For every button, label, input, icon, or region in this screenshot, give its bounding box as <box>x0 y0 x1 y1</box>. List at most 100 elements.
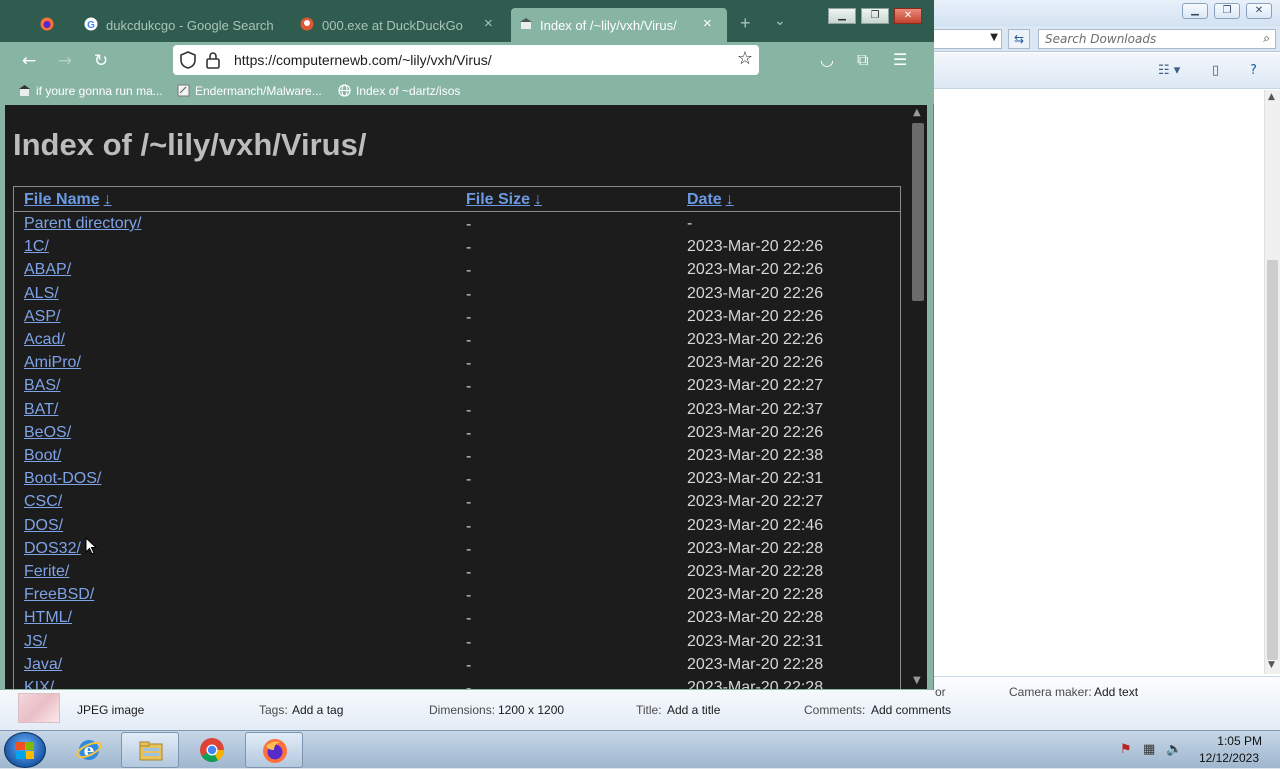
network-icon[interactable]: ▦ <box>1143 742 1155 757</box>
file-link[interactable]: ASP/ <box>24 308 60 326</box>
url-bar[interactable]: https://computernewb.com/~lily/vxh/Virus… <box>173 45 759 75</box>
action-center-icon[interactable]: ⚑ <box>1120 742 1132 757</box>
view-options-icon[interactable]: ☷ ▾ <box>1158 63 1180 78</box>
file-link[interactable]: ABAP/ <box>24 261 71 279</box>
sort-arrow-icon[interactable]: ↓ <box>534 191 542 208</box>
preview-pane-icon[interactable]: ▯ <box>1212 63 1219 78</box>
file-link[interactable]: AmiPro/ <box>24 354 81 372</box>
explorer-file-area[interactable] <box>928 90 1264 674</box>
file-link[interactable]: HTML/ <box>24 609 72 627</box>
chevron-down-icon[interactable]: ▼ <box>990 32 998 43</box>
restore-button[interactable]: ❐ <box>861 8 889 24</box>
explorer-search-input[interactable]: Search Downloads ⌕ <box>1038 29 1276 49</box>
new-tab-button[interactable]: + <box>740 8 754 42</box>
column-header-name[interactable]: File Name ↓ <box>24 191 112 209</box>
chrome-icon <box>200 738 224 763</box>
file-link[interactable]: CSC/ <box>24 493 62 511</box>
tab-google-search[interactable]: G dukcdukcgo - Google Search <box>76 8 274 42</box>
lock-icon[interactable] <box>205 51 221 69</box>
file-link[interactable]: KIX/ <box>24 679 54 689</box>
file-link[interactable]: DOS32/ <box>24 540 81 558</box>
clock-time[interactable]: 1:05 PM <box>1217 734 1262 748</box>
tab-firefox-menu[interactable] <box>28 8 68 42</box>
forward-icon[interactable]: → <box>54 50 76 72</box>
file-link[interactable]: Parent directory/ <box>24 215 141 233</box>
pocket-icon[interactable]: ◡ <box>820 50 834 69</box>
file-link[interactable]: Acad/ <box>24 331 65 349</box>
extensions-icon[interactable]: ⧉ <box>857 50 868 70</box>
file-link[interactable]: Ferite/ <box>24 563 69 581</box>
file-size: - <box>466 540 472 558</box>
file-link[interactable]: 1C/ <box>24 238 49 256</box>
taskbar-chrome[interactable] <box>183 732 241 768</box>
comments-value[interactable]: Add comments <box>871 703 951 717</box>
explorer-scroll-thumb[interactable] <box>1267 260 1278 660</box>
column-header-label[interactable]: Date <box>687 191 722 208</box>
column-header-date[interactable]: Date ↓ <box>687 191 734 209</box>
bookmark-item[interactable]: Endermanch/Malware... <box>177 84 322 98</box>
firefox-icon <box>263 739 287 763</box>
comments-label: Comments: <box>804 703 866 717</box>
close-tab-icon[interactable]: × <box>703 15 712 32</box>
explorer-close-button[interactable]: ✕ <box>1246 3 1272 19</box>
file-link[interactable]: Java/ <box>24 656 62 674</box>
close-tab-icon[interactable]: × <box>484 15 493 32</box>
scroll-up-icon[interactable]: ▲ <box>1268 92 1275 102</box>
bookmark-star-icon[interactable]: ☆ <box>737 48 753 69</box>
volume-muted-icon[interactable]: 🔈 <box>1166 742 1182 757</box>
menu-icon[interactable]: ☰ <box>893 50 907 69</box>
shield-icon[interactable] <box>180 51 196 69</box>
file-link[interactable]: Boot/ <box>24 447 61 465</box>
file-link[interactable]: DOS/ <box>24 517 63 535</box>
camera-value[interactable]: Add text <box>1094 685 1138 699</box>
bookmarks-bar: if youre gonna run ma... Endermanch/Malw… <box>0 80 934 104</box>
file-date: 2023-Mar-20 22:31 <box>687 632 824 650</box>
search-icon[interactable]: ⌕ <box>1263 31 1270 46</box>
clock-date[interactable]: 12/12/2023 <box>1199 751 1259 765</box>
tab-title: dukcdukcgo - Google Search <box>106 18 274 33</box>
page-scroll-thumb[interactable] <box>912 123 924 301</box>
chevron-down-icon: ⌄ <box>774 12 786 28</box>
taskbar-firefox[interactable] <box>245 732 303 768</box>
column-header-label[interactable]: File Size <box>466 191 530 208</box>
file-link[interactable]: ALS/ <box>24 285 59 303</box>
table-row: Java/ - 2023-Mar-20 22:28 <box>14 656 900 679</box>
help-icon[interactable]: ? <box>1250 63 1257 78</box>
scroll-down-icon[interactable]: ▼ <box>913 675 921 686</box>
column-header-label[interactable]: File Name <box>24 191 100 208</box>
file-link[interactable]: BAT/ <box>24 401 58 419</box>
back-icon[interactable]: ← <box>18 50 40 72</box>
scroll-down-icon[interactable]: ▼ <box>1268 660 1275 670</box>
tab-duckduckgo[interactable]: 000.exe at DuckDuckGo × <box>292 8 507 42</box>
minimize-button[interactable]: ▁ <box>828 8 856 24</box>
close-button[interactable]: ✕ <box>894 8 922 24</box>
file-link[interactable]: Boot-DOS/ <box>24 470 101 488</box>
sort-arrow-icon[interactable]: ↓ <box>104 191 112 208</box>
file-link[interactable]: BeOS/ <box>24 424 71 442</box>
file-link[interactable]: FreeBSD/ <box>24 586 94 604</box>
file-size: - <box>466 308 472 326</box>
bookmark-item[interactable]: Index of ~dartz/isos <box>338 84 460 98</box>
start-button[interactable] <box>4 732 46 768</box>
title-value[interactable]: Add a title <box>667 703 720 717</box>
sort-arrow-icon[interactable]: ↓ <box>726 191 734 208</box>
tags-value[interactable]: Add a tag <box>292 703 343 717</box>
explorer-restore-button[interactable]: ❐ <box>1214 3 1240 19</box>
explorer-scrollbar[interactable]: ▲ ▼ <box>1264 90 1280 674</box>
tab-index-of-virus[interactable]: Index of /~lily/vxh/Virus/ × <box>511 8 727 42</box>
column-header-size[interactable]: File Size ↓ <box>466 191 542 209</box>
taskbar-file-explorer[interactable] <box>121 732 179 768</box>
scroll-up-icon[interactable]: ▲ <box>913 107 921 118</box>
table-row: BAT/ - 2023-Mar-20 22:37 <box>14 401 900 424</box>
page-scrollbar[interactable]: ▲ ▼ <box>909 105 927 689</box>
url-text[interactable]: https://computernewb.com/~lily/vxh/Virus… <box>234 52 492 68</box>
tab-list-button[interactable]: ⌄ <box>774 8 788 42</box>
explorer-address-field[interactable]: ▼ <box>932 29 1002 49</box>
taskbar-internet-explorer[interactable]: e <box>60 732 118 768</box>
file-link[interactable]: BAS/ <box>24 377 60 395</box>
bookmark-item[interactable]: if youre gonna run ma... <box>18 84 163 98</box>
file-link[interactable]: JS/ <box>24 633 47 651</box>
explorer-minimize-button[interactable]: ▁ <box>1182 3 1208 19</box>
refresh-icon[interactable]: ⇆ <box>1008 29 1030 49</box>
reload-icon[interactable]: ↻ <box>90 50 112 72</box>
